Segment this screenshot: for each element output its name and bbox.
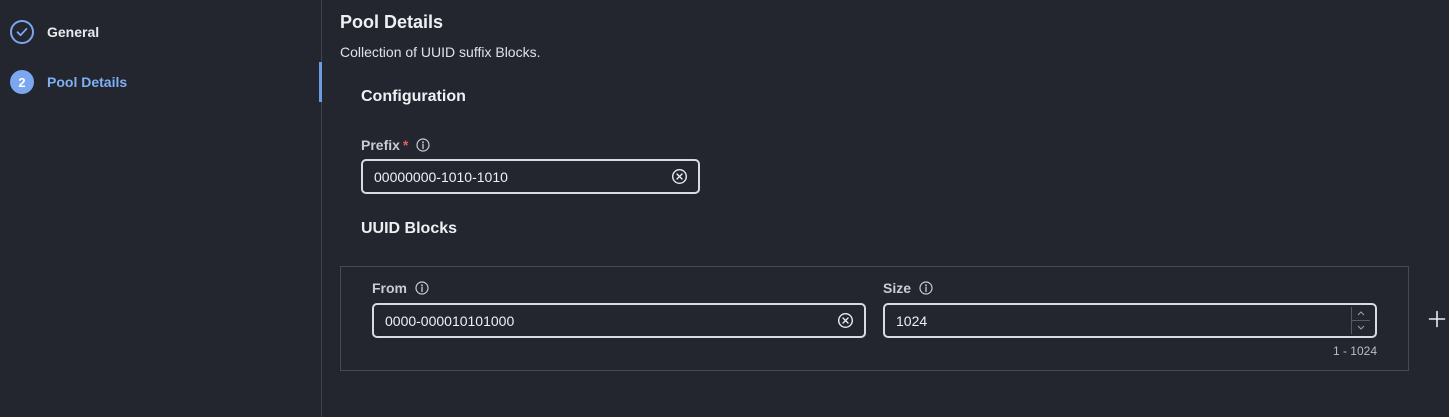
step-pool-details-label: Pool Details [47,74,128,90]
prefix-input-value: 00000000-1010-1010 [374,168,508,185]
step-general-label: General [47,24,100,40]
step-number-badge: 2 [10,70,34,94]
spinner-up-icon[interactable] [1352,307,1370,321]
from-input-value: 0000-000010101000 [385,312,515,329]
active-step-indicator [319,62,322,102]
size-input-value: 1024 [896,312,928,329]
size-range-hint: 1 - 1024 [1332,344,1377,358]
size-label: Size [883,280,933,296]
page-description: Collection of UUID suffix Blocks. [340,44,541,60]
page-title: Pool Details [340,12,444,32]
from-input[interactable]: 0000-000010101000 [372,303,866,338]
spinner-down-icon[interactable] [1352,321,1370,334]
prefix-label-text: Prefix [361,137,400,153]
size-stepper [1351,307,1370,334]
from-label-text: From [372,280,407,296]
step-general[interactable]: General [10,20,99,44]
clear-icon[interactable] [837,312,854,329]
step-completed-indicator [10,20,34,44]
prefix-label: Prefix * [361,137,430,153]
size-input[interactable]: 1024 [883,303,1377,338]
prefix-input[interactable]: 00000000-1010-1010 [361,159,700,194]
wizard-root: General 2 Pool Details Pool Details Coll… [0,0,1449,417]
from-label: From [372,280,429,296]
info-icon[interactable] [415,281,429,295]
info-icon[interactable] [919,281,933,295]
step-pool-details[interactable]: 2 Pool Details [10,70,127,94]
plus-icon [1428,310,1446,328]
add-block-button[interactable] [1426,308,1448,330]
clear-icon[interactable] [671,168,688,185]
check-icon [16,27,28,37]
main-content: Pool Details Collection of UUID suffix B… [323,0,1449,417]
required-mark: * [402,137,409,153]
configuration-heading: Configuration [361,88,466,105]
uuid-blocks-heading: UUID Blocks [361,220,458,237]
info-icon[interactable] [416,138,430,152]
size-label-text: Size [883,280,912,296]
wizard-sidebar: General 2 Pool Details [0,0,322,417]
